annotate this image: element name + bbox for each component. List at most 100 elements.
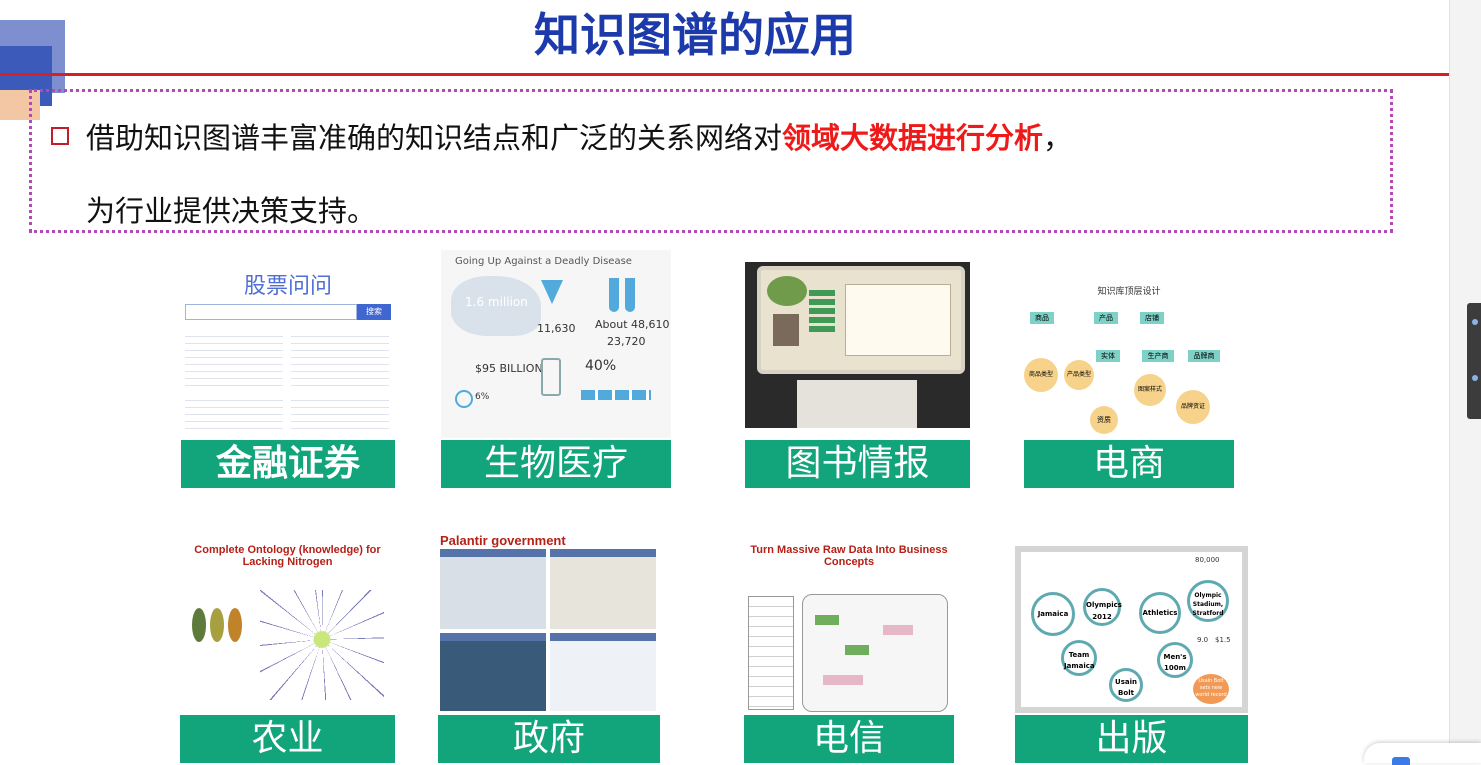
tree-image	[767, 276, 807, 306]
finance-screenshot: 股票问问 搜索	[181, 262, 395, 440]
hourglass-icon	[541, 358, 561, 396]
tile-government[interactable]: Palantir government 政府	[438, 533, 660, 763]
gov-window-3	[440, 633, 546, 711]
test-tube-icon	[609, 278, 619, 312]
biomedical-pic-title: Going Up Against a Deadly Disease	[455, 256, 632, 267]
check-circle-icon	[455, 390, 473, 408]
tile-label-library: 图书情报	[745, 440, 970, 488]
node-brand-cert: 品牌资证	[1176, 390, 1210, 424]
tile-telecom[interactable]: Turn Massive Raw Data Into Business Conc…	[744, 540, 954, 763]
library-kiosk-photo	[745, 262, 970, 428]
node-commodity-type: 商品类型	[1024, 358, 1058, 392]
telecom-diagram: Turn Massive Raw Data Into Business Conc…	[744, 540, 954, 713]
bullet-text-suffix: ，	[1043, 121, 1073, 155]
menu-buttons	[809, 290, 835, 332]
tile-label-finance: 金融证券	[181, 440, 395, 488]
publishing-graph: Jamaica Olympics 2012 Athletics Olympic …	[1015, 546, 1248, 713]
node-product-type: 产品类型	[1064, 360, 1094, 390]
tile-label-telecom: 电信	[744, 715, 954, 763]
node-store: 店铺	[1140, 312, 1164, 324]
tile-label-publishing: 出版	[1015, 715, 1248, 763]
gov-window-4	[550, 633, 656, 711]
value-80000: 80,000	[1195, 556, 1220, 564]
tile-label-government: 政府	[438, 715, 660, 763]
node-usain-bolt: Usain Bolt	[1109, 668, 1143, 702]
telecom-pic-title: Turn Massive Raw Data Into Business Conc…	[750, 544, 948, 568]
tile-agriculture[interactable]: Complete Ontology (knowledge) for Lackin…	[180, 540, 395, 763]
concept-node-4	[823, 675, 863, 685]
side-tab-dot	[1472, 319, 1478, 325]
node-bolt-record: Usain Bolt sets new world record	[1193, 674, 1229, 704]
node-olympic-stadium: Olympic Stadium, Stratford	[1187, 580, 1229, 622]
node-team-jamaica: Team Jamaica	[1061, 640, 1097, 676]
tile-library[interactable]: 图书情报	[745, 262, 970, 488]
concept-map-frame	[802, 594, 948, 712]
raw-data-column	[748, 596, 794, 710]
node-commodity: 商品	[1030, 312, 1054, 324]
value-9-0: 9.0	[1197, 636, 1209, 644]
finance-search-button: 搜索	[357, 304, 391, 320]
stat-4: 23,720	[607, 335, 646, 348]
slide: 知识图谱的应用 借助知识图谱丰富准确的知识结点和广泛的关系网络对领域大数据进行分…	[0, 0, 1449, 763]
government-screenshot: Palantir government	[438, 533, 660, 713]
side-tab[interactable]	[1467, 303, 1481, 419]
biomedical-infographic: Going Up Against a Deadly Disease 1.6 mi…	[441, 250, 671, 438]
portrait-image	[773, 314, 799, 346]
finance-list-d	[291, 394, 389, 434]
node-qualification: 资质	[1090, 406, 1118, 434]
leaf-icon-3	[228, 608, 242, 642]
bullet-line-1: 借助知识图谱丰富准确的知识结点和广泛的关系网络对领域大数据进行分析，	[86, 115, 1072, 157]
leaf-icon-2	[210, 608, 224, 642]
tile-finance[interactable]: 股票问问 搜索 金融证券	[181, 262, 395, 488]
finance-pic-title: 股票问问	[243, 274, 332, 299]
bullet-text-prefix: 借助知识图谱丰富准确的知识结点和广泛的关系网络对	[86, 121, 783, 155]
concept-node-2	[845, 645, 869, 655]
stat-1: 1.6 million	[465, 295, 528, 309]
slide-title: 知识图谱的应用	[534, 8, 856, 62]
tile-label-ecommerce: 电商	[1024, 440, 1234, 488]
test-tube-icon-2	[625, 278, 635, 312]
agriculture-pic-title: Complete Ontology (knowledge) for Lackin…	[194, 544, 381, 568]
finance-list-a	[185, 330, 283, 388]
tile-ecommerce[interactable]: 知识库顶层设计 商品 产品 店铺 实体 生产商 品牌商 商品类型 产品类型 图案…	[1024, 278, 1234, 488]
stat-3: About 48,610	[595, 318, 670, 331]
side-tab-dot-2	[1472, 375, 1478, 381]
stat-6: 40%	[585, 358, 617, 374]
node-mens-100m: Men's 100m	[1157, 642, 1193, 678]
ecommerce-ontology-diagram: 知识库顶层设计 商品 产品 店铺 实体 生产商 品牌商 商品类型 产品类型 图案…	[1024, 278, 1234, 438]
node-product: 产品	[1094, 312, 1118, 324]
agriculture-ontology: Complete Ontology (knowledge) for Lackin…	[180, 540, 395, 713]
tile-biomedical[interactable]: Going Up Against a Deadly Disease 1.6 mi…	[441, 250, 671, 488]
kiosk-stand	[797, 380, 917, 428]
finance-search-box	[185, 304, 357, 320]
ontology-network	[260, 590, 384, 700]
leaf-icon	[192, 608, 206, 642]
open-book	[845, 284, 951, 356]
node-athletics: Athletics	[1139, 592, 1181, 634]
node-olympics-2012: Olympics 2012	[1083, 588, 1122, 626]
bottom-widget[interactable]	[1364, 743, 1481, 765]
side-panel	[1449, 0, 1481, 763]
stat-5: $95 BILLION	[475, 362, 543, 375]
tile-label-agriculture: 农业	[180, 715, 395, 763]
gov-window-2	[550, 549, 656, 629]
kiosk-screen	[757, 266, 965, 374]
square-bullet-icon	[51, 127, 69, 145]
finance-list-c	[185, 394, 283, 434]
concept-node	[815, 615, 839, 625]
bullet-highlight: 领域大数据进行分析	[782, 121, 1044, 155]
tile-publishing[interactable]: Jamaica Olympics 2012 Athletics Olympic …	[1015, 546, 1248, 763]
gov-window-1	[440, 549, 546, 629]
node-pattern: 图案样式	[1134, 374, 1166, 406]
stat-7: 6%	[475, 392, 490, 402]
node-entity: 实体	[1096, 350, 1120, 362]
concept-node-3	[883, 625, 913, 635]
value-1-5: $1.5	[1215, 636, 1231, 644]
title-rule	[0, 73, 1449, 76]
stat-2: 11,630	[537, 322, 576, 335]
government-pic-title: Palantir government	[440, 533, 566, 548]
node-manufacturer: 生产商	[1142, 350, 1174, 362]
widget-icon	[1392, 757, 1410, 765]
warning-triangle-icon	[541, 280, 563, 304]
progress-strip	[581, 390, 651, 400]
